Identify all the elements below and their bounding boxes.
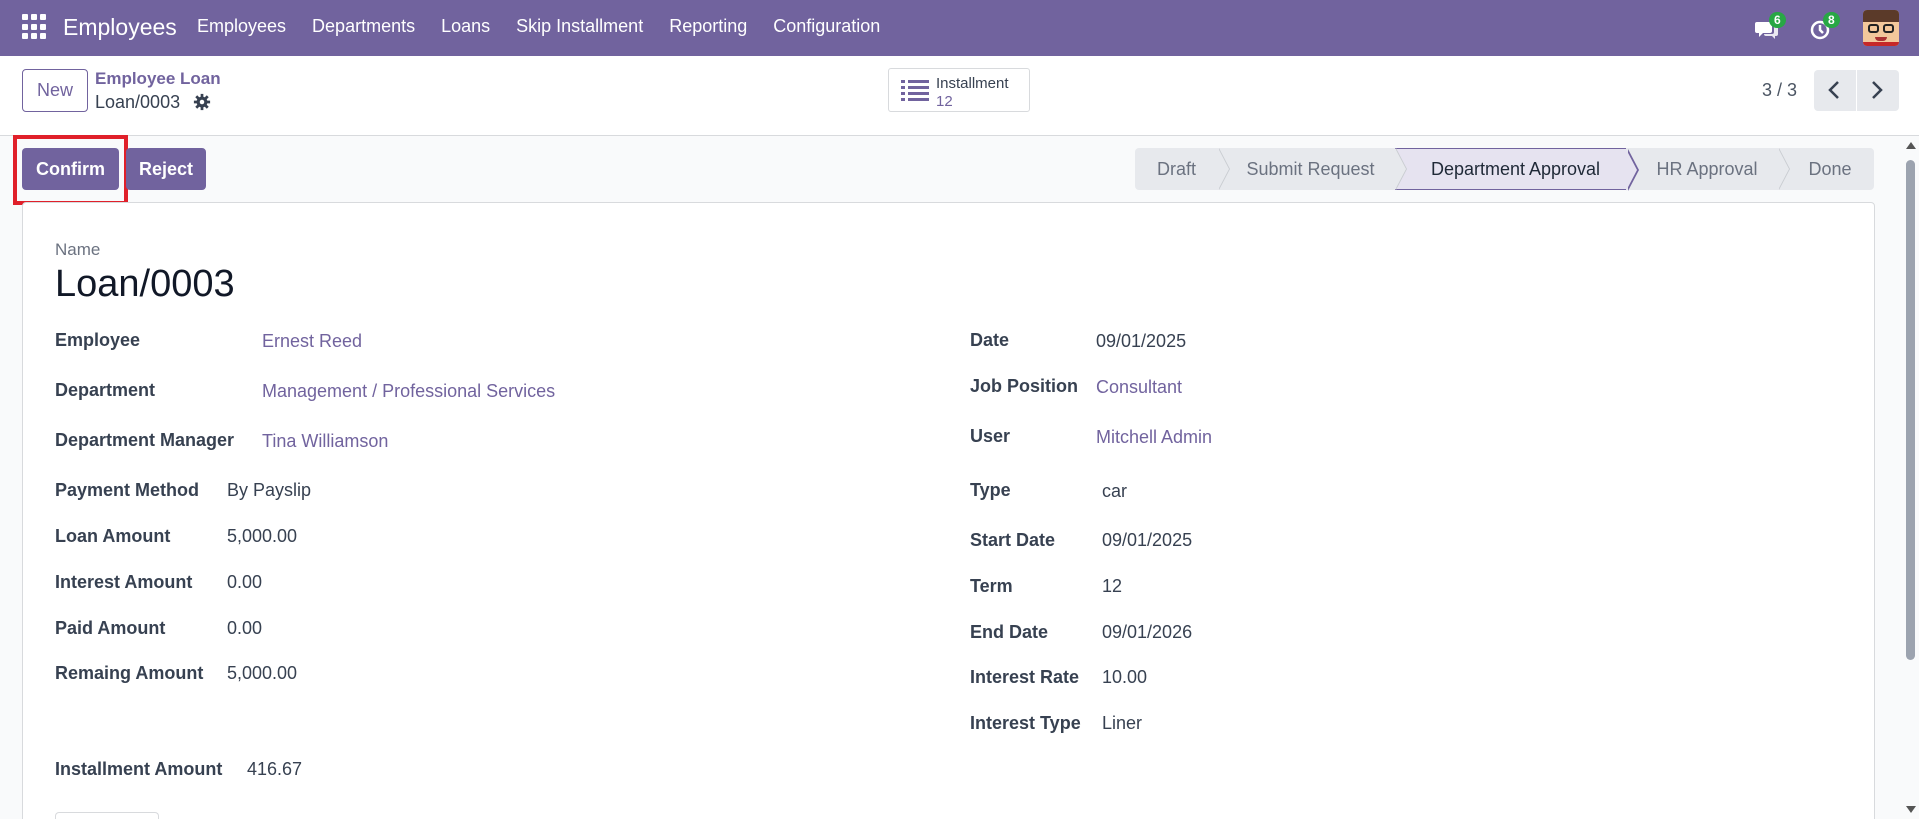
interest-rate-label: Interest Rate xyxy=(970,667,1080,687)
reject-button[interactable]: Reject xyxy=(126,148,206,190)
top-navbar: Employees Employees Departments Loans Sk… xyxy=(0,0,1919,56)
menu-item-skip-installment[interactable]: Skip Installment xyxy=(516,16,643,37)
end-date-label: End Date xyxy=(970,622,1049,642)
breadcrumb-current: Loan/0003 xyxy=(95,92,181,112)
scroll-down-arrow-icon[interactable] xyxy=(1906,806,1916,813)
employee-field[interactable]: Ernest Reed xyxy=(262,331,362,352)
stage-label: Done xyxy=(1808,158,1852,179)
systray: 6 8 xyxy=(1731,8,1899,48)
stage-draft[interactable]: Draft xyxy=(1135,148,1230,190)
messages-count-badge: 6 xyxy=(1769,12,1786,28)
interest-type-label: Interest Type xyxy=(970,713,1081,733)
confirm-button[interactable]: Confirm xyxy=(22,148,119,190)
breadcrumb-parent[interactable]: Employee Loan xyxy=(95,69,221,89)
stage-label: Draft xyxy=(1156,158,1196,179)
interest-amount-field[interactable]: 0.00 xyxy=(227,572,262,593)
stage-hr-approval[interactable]: HR Approval xyxy=(1626,148,1790,190)
gear-icon[interactable] xyxy=(193,93,211,111)
stage-statusbar: Draft Submit Request Department Approval… xyxy=(1135,148,1874,191)
list-icon xyxy=(901,80,929,101)
pager-next-button[interactable] xyxy=(1857,70,1899,111)
end-date-field[interactable]: 09/01/2026 xyxy=(1102,622,1192,643)
installment-amount-field[interactable]: 416.67 xyxy=(247,759,302,780)
menu-item-employees[interactable]: Employees xyxy=(197,16,286,37)
stage-label: Submit Request xyxy=(1246,158,1375,179)
pager-previous-button[interactable] xyxy=(1814,70,1856,111)
messages-button[interactable]: 6 xyxy=(1751,10,1786,46)
apps-menu-icon[interactable] xyxy=(22,14,48,40)
term-field[interactable]: 12 xyxy=(1102,576,1122,597)
start-date-field[interactable]: 09/01/2025 xyxy=(1102,530,1192,551)
menu-item-departments[interactable]: Departments xyxy=(312,16,415,37)
job-position-label: Job Position xyxy=(970,376,1078,396)
name-field[interactable]: Loan/0003 xyxy=(55,263,235,306)
installment-smart-button[interactable]: Installment 12 xyxy=(888,68,1030,112)
type-field[interactable]: car xyxy=(1102,481,1127,502)
paid-amount-label: Paid Amount xyxy=(55,618,166,638)
remaining-amount-label: Remaing Amount xyxy=(55,663,204,683)
stage-department-approval[interactable]: Department Approval xyxy=(1395,148,1639,191)
user-avatar[interactable] xyxy=(1863,10,1899,46)
menu-item-loans[interactable]: Loans xyxy=(441,16,490,37)
department-field[interactable]: Management / Professional Services xyxy=(262,381,555,402)
payment-method-field[interactable]: By Payslip xyxy=(227,480,311,501)
date-field[interactable]: 09/01/2025 xyxy=(1096,331,1186,352)
menu-item-reporting[interactable]: Reporting xyxy=(669,16,747,37)
activities-button[interactable]: 8 xyxy=(1805,10,1840,46)
remaining-amount-field[interactable]: 5,000.00 xyxy=(227,663,297,684)
activities-count-badge: 8 xyxy=(1823,12,1840,28)
installment-amount-label: Installment Amount xyxy=(55,759,223,779)
user-label: User xyxy=(970,426,1011,446)
term-label: Term xyxy=(970,576,1013,596)
department-manager-field[interactable]: Tina Williamson xyxy=(262,431,388,452)
control-panel: New Employee Loan Loan/0003 Installment … xyxy=(0,56,1919,136)
type-label: Type xyxy=(970,480,1011,500)
chevron-left-icon xyxy=(1828,81,1839,99)
interest-type-field[interactable]: Liner xyxy=(1102,713,1142,734)
stage-submit-request[interactable]: Submit Request xyxy=(1218,148,1407,190)
scrollbar-thumb[interactable] xyxy=(1906,160,1915,660)
smart-button-value: 12 xyxy=(936,93,953,110)
department-label: Department xyxy=(55,380,156,400)
vertical-scrollbar[interactable] xyxy=(1902,138,1919,819)
user-field[interactable]: Mitchell Admin xyxy=(1096,427,1212,448)
main-menu: Employees Departments Loans Skip Install… xyxy=(197,16,906,37)
scroll-up-arrow-icon[interactable] xyxy=(1906,142,1916,149)
job-position-field[interactable]: Consultant xyxy=(1096,377,1182,398)
app-name[interactable]: Employees xyxy=(63,14,177,41)
menu-item-configuration[interactable]: Configuration xyxy=(773,16,880,37)
payment-method-label: Payment Method xyxy=(55,480,200,500)
employee-label: Employee xyxy=(55,330,141,350)
stage-label: HR Approval xyxy=(1656,158,1758,179)
department-manager-label: Department Manager xyxy=(55,430,235,450)
chevron-right-icon xyxy=(1872,81,1883,99)
start-date-label: Start Date xyxy=(970,530,1056,550)
date-label: Date xyxy=(970,330,1010,350)
smart-button-label: Installment xyxy=(936,75,1009,92)
form-sheet xyxy=(22,202,1875,819)
loan-amount-field[interactable]: 5,000.00 xyxy=(227,526,297,547)
compute-installment-button[interactable] xyxy=(55,812,159,819)
interest-amount-label: Interest Amount xyxy=(55,572,193,592)
paid-amount-field[interactable]: 0.00 xyxy=(227,618,262,639)
stage-label: Department Approval xyxy=(1430,158,1601,179)
pager-value[interactable]: 3 / 3 xyxy=(1762,80,1797,101)
name-label: Name xyxy=(55,240,101,259)
interest-rate-field[interactable]: 10.00 xyxy=(1102,667,1147,688)
loan-amount-label: Loan Amount xyxy=(55,526,171,546)
new-button[interactable]: New xyxy=(22,69,88,112)
stage-done[interactable]: Done xyxy=(1778,148,1874,190)
